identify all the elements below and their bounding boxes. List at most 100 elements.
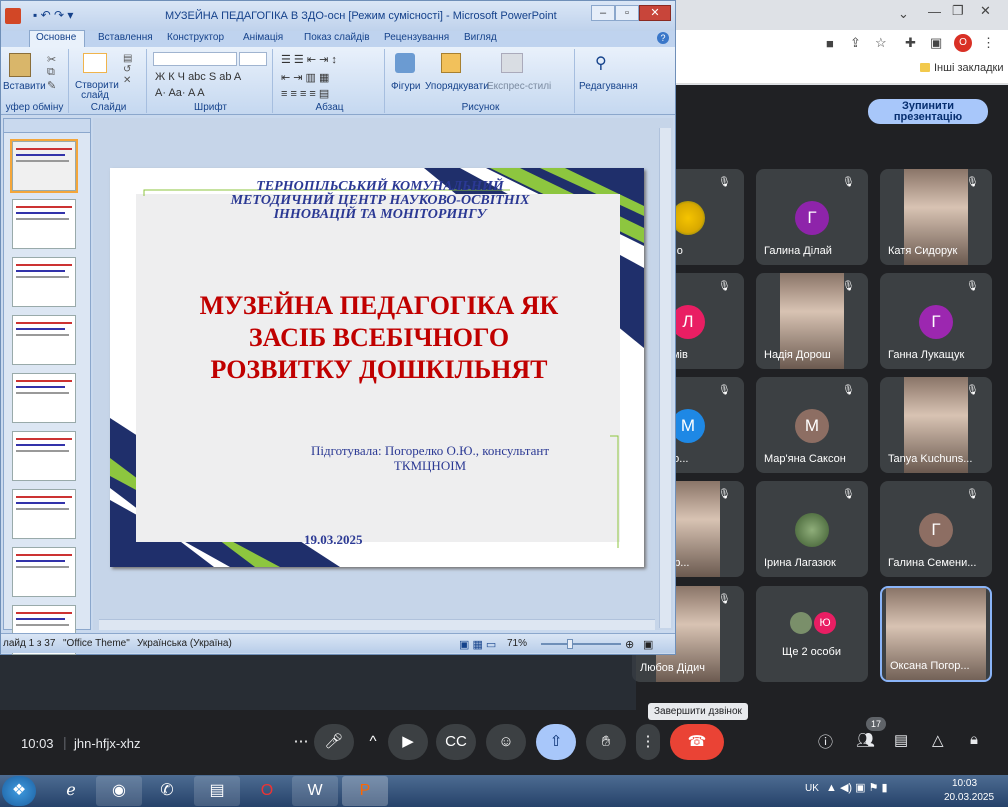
muted-mic-icon: 🎙︎ bbox=[718, 385, 731, 396]
participant-name: Tanya Kuchuns... bbox=[888, 453, 973, 465]
chat-icon[interactable]: ▤ bbox=[894, 731, 908, 749]
ie-icon[interactable]: ℯ bbox=[48, 776, 94, 806]
camera-icon[interactable]: ■ bbox=[826, 36, 834, 51]
participant-tile[interactable]: Ю Ще 2 особи bbox=[756, 586, 868, 682]
new-slide-button[interactable]: Створити слайд bbox=[75, 81, 119, 101]
tab-search-icon[interactable]: ⌄ bbox=[898, 6, 909, 22]
slide-thumbnail[interactable] bbox=[12, 199, 76, 249]
paste-button[interactable]: Вставити bbox=[3, 81, 46, 92]
title-line-1: МУЗЕЙНА ПЕДАГОГІКА ЯК bbox=[199, 291, 559, 320]
mic-button[interactable]: 🎤︎ bbox=[314, 724, 354, 760]
thumbnail-tabs[interactable] bbox=[4, 119, 90, 133]
language-indicator[interactable]: UK bbox=[805, 783, 819, 794]
slide-thumbnail[interactable] bbox=[12, 489, 76, 539]
ppt-close-button[interactable]: ✕ bbox=[639, 5, 671, 21]
participant-tile[interactable]: Оксана Погор... bbox=[880, 586, 992, 682]
indent-buttons[interactable]: ⇤ ⇥ ▥ ▦ bbox=[281, 71, 329, 84]
info-icon[interactable]: ⓘ bbox=[818, 731, 833, 752]
video-options-button[interactable]: ^ bbox=[358, 724, 388, 760]
more-audio-button[interactable]: ⋯ bbox=[284, 724, 318, 760]
zoom-slider[interactable] bbox=[541, 643, 621, 645]
participant-tile[interactable]: 🎙︎ Катя Сидорук bbox=[880, 169, 992, 265]
quick-access-icons[interactable]: ▪ ↶ ↷ ▾ bbox=[33, 8, 73, 22]
start-button[interactable]: ❖ bbox=[2, 776, 36, 806]
view-buttons[interactable]: ▣ ▦ ▭ bbox=[459, 638, 496, 651]
slide-thumbnail[interactable] bbox=[10, 139, 78, 193]
minimize-icon[interactable]: — bbox=[928, 4, 941, 19]
participant-tile[interactable]: 🎙︎ Ірина Лагазюк bbox=[756, 481, 868, 577]
editing-button[interactable]: Редагування bbox=[579, 81, 638, 92]
word-icon[interactable]: W bbox=[292, 776, 338, 806]
explorer-icon[interactable]: ▤ bbox=[194, 776, 240, 806]
font-format-buttons[interactable]: Ж К Ч abc S ab A bbox=[155, 71, 241, 83]
participant-tile[interactable]: 🎙︎ Tanya Kuchuns... bbox=[880, 377, 992, 473]
slide-thumbnail[interactable] bbox=[12, 373, 76, 423]
bookmark-star-icon[interactable]: ☆ bbox=[875, 35, 887, 51]
language-status[interactable]: Українська (Україна) bbox=[137, 638, 232, 649]
arrange-button[interactable]: Упорядкувати bbox=[425, 81, 489, 92]
zoom-in-icon[interactable]: ⊕ bbox=[625, 638, 634, 651]
maximize-icon[interactable]: ❐ bbox=[952, 3, 964, 19]
more-options-button[interactable]: ⋮ bbox=[636, 724, 660, 760]
participant-tile[interactable]: Г 🎙︎ Галина Семени... bbox=[880, 481, 992, 577]
cut-copy-icons[interactable]: ✂ ⧉ ✎ bbox=[47, 53, 56, 92]
participant-avatar: Г bbox=[919, 513, 953, 547]
tab-insert[interactable]: Вставлення bbox=[98, 32, 153, 43]
vertical-scrollbar[interactable] bbox=[659, 128, 671, 628]
raise-hand-button[interactable]: ✋︎ bbox=[586, 724, 626, 760]
list-buttons[interactable]: ☰ ☰ ⇤ ⇥ ↕ bbox=[281, 53, 337, 66]
ppt-maximize-button[interactable]: ▫ bbox=[615, 5, 639, 21]
menu-icon[interactable]: ⋮ bbox=[982, 35, 995, 51]
quick-styles-button[interactable]: Експрес-стилі bbox=[487, 81, 551, 92]
extensions-icon[interactable]: ✚ bbox=[905, 35, 916, 51]
tab-slideshow[interactable]: Показ слайдів bbox=[304, 32, 370, 43]
participant-tile[interactable]: Г 🎙︎ Галина Ділай bbox=[756, 169, 868, 265]
slide-thumbnail[interactable] bbox=[12, 431, 76, 481]
powerpoint-icon[interactable]: P bbox=[342, 776, 388, 806]
chrome-icon[interactable]: ◉ bbox=[96, 776, 142, 806]
tray-icons[interactable]: ▲ ◀) ▣ ⚑ ▮ bbox=[826, 781, 888, 794]
font-name-select[interactable] bbox=[153, 52, 237, 66]
host-controls-icon[interactable]: 🔒︎ bbox=[970, 731, 978, 748]
theme-name: "Office Theme" bbox=[63, 638, 130, 649]
camera-button[interactable]: ▶ bbox=[388, 724, 428, 760]
participant-tile[interactable]: Г 🎙︎ Ганна Лукащук bbox=[880, 273, 992, 369]
font-color-buttons[interactable]: A· Aa· A A bbox=[155, 87, 205, 99]
tab-animation[interactable]: Анімація bbox=[243, 32, 283, 43]
stop-presenting-button[interactable]: Зупинити презентацію bbox=[868, 99, 988, 124]
layout-icons[interactable]: ▤ ↺ ✕ bbox=[123, 53, 132, 86]
zoom-level[interactable]: 71% bbox=[507, 638, 527, 649]
share-icon[interactable]: ⇪ bbox=[850, 35, 861, 51]
viber-icon[interactable]: ✆ bbox=[144, 776, 190, 806]
other-bookmarks[interactable]: Інші закладки bbox=[934, 62, 1003, 74]
present-button[interactable]: ⇧ bbox=[536, 724, 576, 760]
profile-avatar[interactable]: О bbox=[954, 34, 972, 52]
tab-view[interactable]: Вигляд bbox=[464, 32, 497, 43]
slide-thumbnail[interactable] bbox=[12, 547, 76, 597]
more-icon: ⋮ bbox=[640, 733, 656, 750]
help-icon[interactable]: ? bbox=[657, 32, 669, 44]
fit-window-icon[interactable]: ▣ bbox=[643, 638, 653, 651]
align-buttons[interactable]: ≡ ≡ ≡ ≡ ▤ bbox=[281, 87, 329, 100]
slide-thumbnail[interactable] bbox=[12, 257, 76, 307]
ppt-minimize-button[interactable]: – bbox=[591, 5, 615, 21]
people-icon[interactable]: 👥︎ bbox=[856, 731, 875, 749]
font-size-select[interactable] bbox=[239, 52, 267, 66]
captions-button[interactable]: CC bbox=[436, 724, 476, 760]
zoom-thumb[interactable] bbox=[567, 639, 573, 649]
horizontal-scrollbar[interactable] bbox=[99, 619, 655, 630]
office-button[interactable] bbox=[5, 8, 21, 24]
tab-review[interactable]: Рецензування bbox=[384, 32, 449, 43]
participant-tile[interactable]: 🎙︎ Надія Дорош bbox=[756, 273, 868, 369]
shapes-button[interactable]: Фігури bbox=[391, 81, 421, 92]
end-call-button[interactable]: ☎ bbox=[670, 724, 724, 760]
tab-home[interactable]: Основне bbox=[36, 32, 76, 43]
tab-design[interactable]: Конструктор bbox=[167, 32, 224, 43]
opera-icon[interactable]: O bbox=[244, 776, 290, 806]
side-panel-icon[interactable]: ▣ bbox=[930, 35, 942, 51]
emoji-button[interactable]: ☺ bbox=[486, 724, 526, 760]
close-icon[interactable]: ✕ bbox=[980, 3, 991, 19]
participant-tile[interactable]: М 🎙︎ Мар'яна Саксон bbox=[756, 377, 868, 473]
slide-thumbnail[interactable] bbox=[12, 315, 76, 365]
activities-icon[interactable]: △ bbox=[932, 731, 944, 749]
